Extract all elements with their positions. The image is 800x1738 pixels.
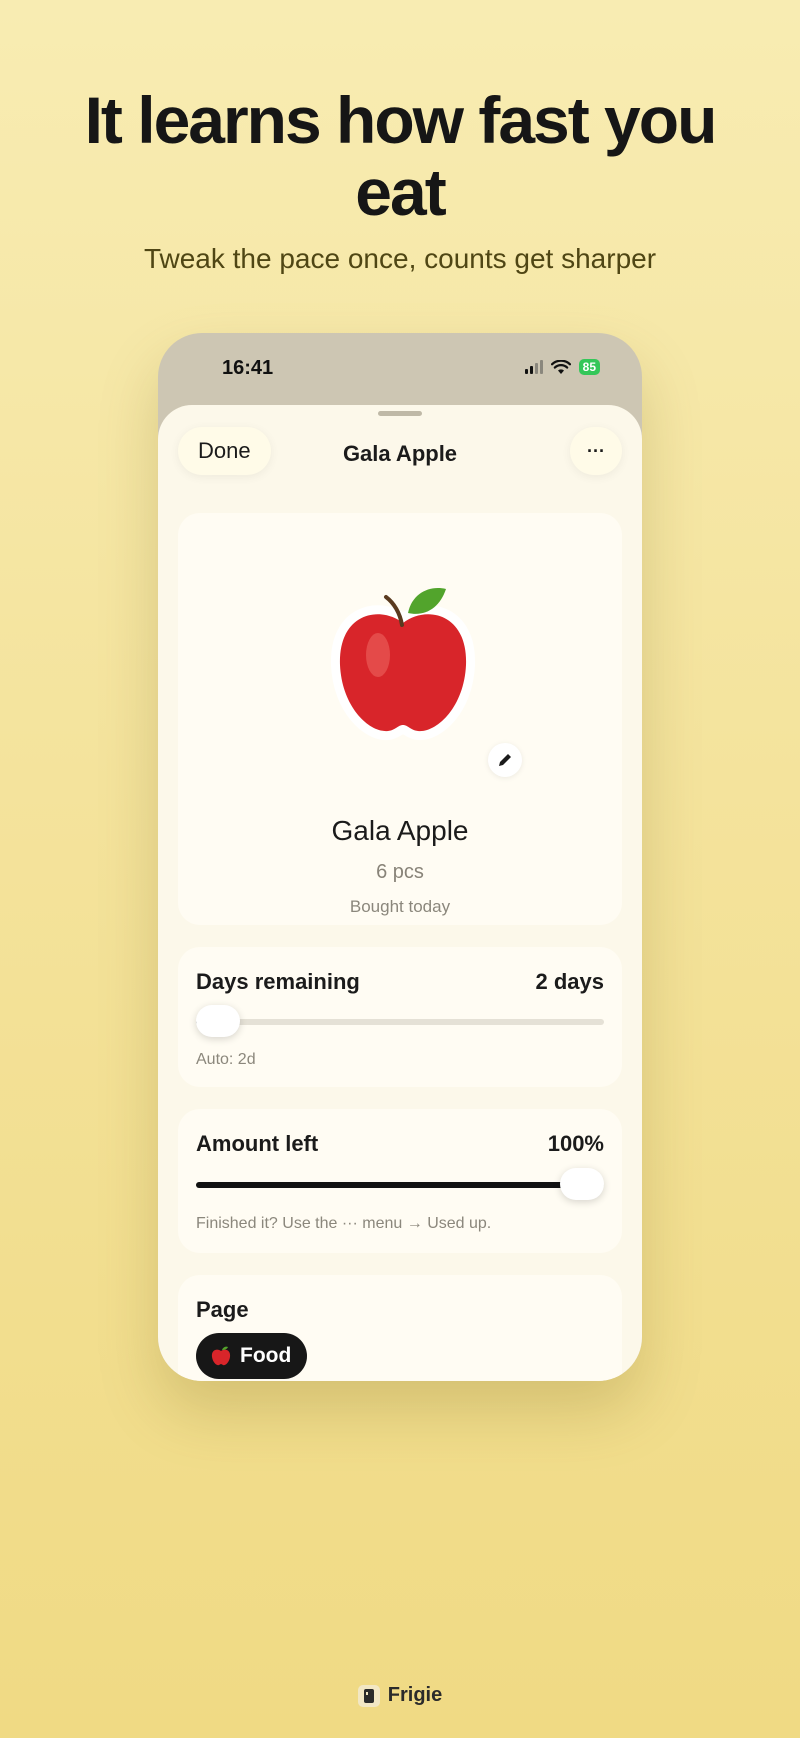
wifi-icon bbox=[550, 359, 571, 374]
red-apple-icon bbox=[211, 1346, 231, 1366]
amount-left-fill bbox=[196, 1182, 582, 1188]
cellular-signal-icon bbox=[524, 360, 543, 374]
amount-left-label: Amount left bbox=[196, 1131, 319, 1156]
days-remaining-note: Auto: 2d bbox=[196, 1051, 256, 1068]
amount-left-card: Amount left 100% Finished it? Use the ··… bbox=[178, 1109, 622, 1253]
days-remaining-card: Days remaining 2 days Auto: 2d bbox=[178, 947, 622, 1087]
status-icons: 85 bbox=[524, 359, 600, 375]
page-chip-label: Food bbox=[240, 1344, 292, 1367]
amount-left-value: 100% bbox=[547, 1131, 604, 1156]
subheadline: Tweak the pace once, counts get sharper bbox=[143, 243, 657, 274]
item-quantity: 6 pcs bbox=[376, 861, 424, 883]
status-time: 16:41 bbox=[222, 357, 274, 379]
pencil-icon bbox=[499, 754, 511, 766]
days-remaining-slider[interactable] bbox=[196, 1005, 604, 1037]
amount-left-thumb[interactable] bbox=[560, 1168, 604, 1200]
page-chip-food[interactable]: Food bbox=[196, 1333, 308, 1379]
red-apple-icon[interactable] bbox=[328, 583, 478, 743]
item-name: Gala Apple bbox=[331, 815, 469, 846]
item-bought-date: Bought today bbox=[349, 897, 451, 916]
brand-footer: Frigie bbox=[0, 1684, 800, 1707]
sheet-grabber[interactable] bbox=[378, 411, 422, 416]
edit-icon-button[interactable] bbox=[488, 743, 522, 777]
amount-left-note: Finished it? Use the ··· menu → Used up. bbox=[196, 1215, 492, 1232]
days-remaining-thumb[interactable] bbox=[196, 1005, 240, 1037]
amount-left-slider[interactable] bbox=[196, 1168, 604, 1200]
battery-indicator: 85 bbox=[578, 359, 600, 375]
page-card: Page Food bbox=[178, 1275, 622, 1381]
days-remaining-label: Days remaining bbox=[196, 969, 360, 994]
item-detail-sheet: Done Gala Apple ··· Gala Apple 6 pcs Bou… bbox=[158, 405, 642, 1381]
frigie-logo-icon bbox=[357, 1684, 380, 1707]
days-remaining-value: 2 days bbox=[535, 969, 605, 994]
more-options-button[interactable]: ··· bbox=[570, 427, 622, 475]
phone-mockup: 16:41 85 Done Gala Apple ··· Gala Apple … bbox=[158, 333, 642, 1381]
brand-name: Frigie bbox=[387, 1684, 443, 1706]
item-hero-card: Gala Apple 6 pcs Bought today bbox=[178, 513, 622, 925]
headline: It learns how fast you eat bbox=[84, 83, 718, 229]
page-label: Page bbox=[196, 1297, 249, 1322]
